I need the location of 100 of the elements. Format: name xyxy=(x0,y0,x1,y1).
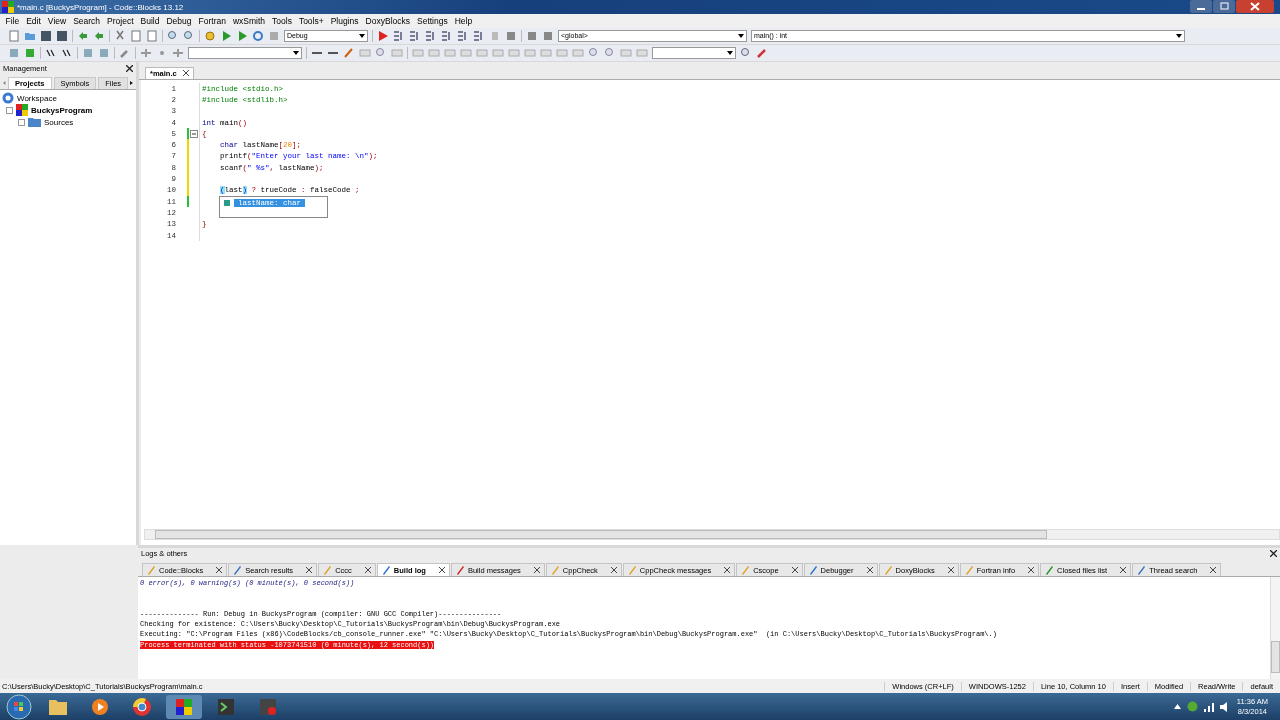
close-icon[interactable] xyxy=(1028,567,1035,573)
close-icon[interactable] xyxy=(724,567,731,573)
menu-item[interactable]: View xyxy=(44,16,70,26)
close-icon[interactable] xyxy=(1120,567,1127,573)
paste-icon[interactable] xyxy=(146,30,158,42)
search-icon[interactable] xyxy=(167,30,179,42)
block-icon[interactable] xyxy=(476,47,488,59)
tray-app-icon[interactable] xyxy=(1186,701,1198,712)
block-icon[interactable] xyxy=(444,47,456,59)
right-arrow-icon[interactable] xyxy=(130,79,133,87)
close-icon[interactable] xyxy=(610,567,617,573)
left-arrow-icon[interactable] xyxy=(3,79,6,87)
search-combo-field[interactable] xyxy=(652,47,736,59)
step-icon[interactable] xyxy=(473,30,485,42)
menu-item[interactable]: Build xyxy=(137,16,163,26)
save-icon[interactable] xyxy=(40,30,52,42)
tree-item[interactable]: Workspace xyxy=(17,93,57,103)
expand-toggle[interactable] xyxy=(18,118,25,126)
block-icon[interactable] xyxy=(412,47,424,59)
save-all-icon[interactable] xyxy=(56,30,68,42)
search-icon[interactable] xyxy=(604,47,616,59)
close-icon[interactable] xyxy=(438,567,445,573)
colored-blocks-icon[interactable] xyxy=(166,694,202,719)
close-icon[interactable] xyxy=(306,567,313,573)
menu-item[interactable]: Fortran xyxy=(195,16,230,26)
close-icon[interactable] xyxy=(126,64,133,72)
run-icon[interactable] xyxy=(377,30,389,42)
redo-icon[interactable] xyxy=(93,30,105,42)
pencil-icon xyxy=(883,565,893,575)
tree-item[interactable]: BuckysProgram xyxy=(31,105,93,115)
menu-item[interactable]: Help xyxy=(451,16,476,26)
restore-icon[interactable] xyxy=(1213,0,1235,13)
signal-icon[interactable] xyxy=(1203,701,1214,712)
step-icon[interactable] xyxy=(409,30,421,42)
close-icon[interactable] xyxy=(533,567,540,573)
close-icon[interactable] xyxy=(216,567,223,573)
menu-item[interactable]: wxSmith xyxy=(229,16,269,26)
step-icon[interactable] xyxy=(425,30,437,42)
horizontal-scrollbar[interactable] xyxy=(144,529,1280,540)
block-icon[interactable] xyxy=(542,30,554,42)
pencil-icon xyxy=(627,565,637,575)
close-icon[interactable] xyxy=(1236,0,1274,13)
block-icon[interactable] xyxy=(620,47,632,59)
vertical-scrollbar[interactable] xyxy=(1270,577,1280,679)
close-icon[interactable] xyxy=(364,567,371,573)
menu-item[interactable]: Debug xyxy=(162,16,195,26)
block-icon[interactable] xyxy=(556,47,568,59)
search-icon[interactable] xyxy=(740,47,752,59)
open-folder-icon[interactable] xyxy=(24,30,36,42)
undo-icon[interactable] xyxy=(77,30,89,42)
block-icon[interactable] xyxy=(428,47,440,59)
close-icon[interactable] xyxy=(182,70,189,76)
pen-icon[interactable] xyxy=(343,47,355,59)
start-button[interactable] xyxy=(4,693,34,720)
block-icon[interactable] xyxy=(460,47,472,59)
menu-item[interactable]: Tools xyxy=(268,16,296,26)
block-icon[interactable] xyxy=(524,47,536,59)
stop-icon[interactable] xyxy=(505,30,517,42)
block-icon[interactable] xyxy=(508,47,520,59)
close-icon[interactable] xyxy=(1210,567,1217,573)
close-icon[interactable] xyxy=(947,567,954,573)
minimize-icon[interactable] xyxy=(1190,0,1212,13)
pencil-icon xyxy=(964,565,974,575)
play-icon[interactable] xyxy=(220,30,232,42)
block-icon[interactable] xyxy=(492,47,504,59)
close-icon[interactable] xyxy=(791,567,798,573)
menu-item[interactable]: Plugins xyxy=(327,16,363,26)
search-combo-field[interactable] xyxy=(188,47,302,59)
scissors-icon[interactable] xyxy=(114,30,126,42)
new-file-icon[interactable] xyxy=(8,30,20,42)
menu-item[interactable]: Edit xyxy=(22,16,45,26)
pencil-icon xyxy=(741,565,751,575)
fold-toggle-icon[interactable] xyxy=(190,129,198,138)
colored-blocks-icon xyxy=(16,104,28,116)
block-icon[interactable] xyxy=(572,47,584,59)
close-icon[interactable] xyxy=(1270,550,1277,557)
gear-play-icon[interactable] xyxy=(236,30,248,42)
stop-icon[interactable] xyxy=(268,30,280,42)
tree-item[interactable]: Sources xyxy=(44,117,74,127)
step-icon[interactable] xyxy=(457,30,469,42)
search-icon[interactable] xyxy=(375,47,387,59)
step-icon[interactable] xyxy=(393,30,405,42)
close-icon[interactable] xyxy=(866,567,873,573)
variable-icon xyxy=(224,199,230,206)
pencil-icon xyxy=(323,565,333,575)
menu-item[interactable]: DoxyBlocks xyxy=(362,16,414,26)
menu-item[interactable]: Project xyxy=(103,16,138,26)
folder-icon xyxy=(28,117,41,127)
menu-item[interactable]: Search xyxy=(69,16,104,26)
block-icon[interactable] xyxy=(636,47,648,59)
menu-item[interactable]: Settings xyxy=(413,16,452,26)
menu-item[interactable]: Tools+ xyxy=(295,16,328,26)
up-arrow-icon[interactable] xyxy=(1173,704,1181,709)
block-icon[interactable] xyxy=(540,47,552,59)
collapse-toggle[interactable] xyxy=(6,106,13,114)
step-icon[interactable] xyxy=(391,47,403,59)
step-icon[interactable] xyxy=(441,30,453,42)
search-icon[interactable] xyxy=(588,47,600,59)
menu-item[interactable]: File xyxy=(2,16,23,26)
copy-icon[interactable] xyxy=(130,30,142,42)
